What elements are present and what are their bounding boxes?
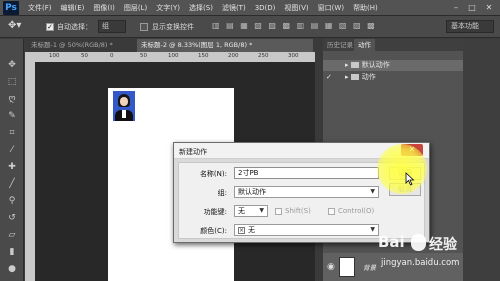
watermark-jingyan: 经验 <box>429 237 457 253</box>
no-color-swatch-icon: × <box>238 227 245 234</box>
menu-view[interactable]: 视图(V) <box>284 0 308 16</box>
dialog-title: 新建动作 <box>179 148 207 156</box>
move-tool-icon[interactable]: ✥▾ <box>8 20 21 31</box>
layer-name: 背景 <box>363 264 376 272</box>
layer-thumbnail <box>339 257 355 277</box>
action-set-default[interactable]: ▸ 默认动作 <box>323 60 463 71</box>
photoshop-logo: Ps <box>3 1 19 15</box>
workspace-dropdown[interactable]: 基本功能 <box>446 20 494 33</box>
tools-panel: ✥ ⬚ ღ ✎ ⌗ ⁄ ✚ ╱ ⚲ ↺ ▱ ▮ ● <box>0 39 24 281</box>
color-select[interactable]: × 无 ▼ <box>234 224 379 236</box>
chevron-down-icon: ▼ <box>370 226 375 233</box>
move-tool-icon[interactable]: ✥ <box>5 59 19 71</box>
menu-items: 文件(F) 编辑(E) 图像(I) 图层(L) 文字(Y) 选择(S) 滤镜(T… <box>28 0 387 16</box>
menu-layer[interactable]: 图层(L) <box>124 0 147 16</box>
paw-icon <box>411 234 426 251</box>
control-checkbox[interactable] <box>328 208 335 215</box>
menu-edit[interactable]: 编辑(E) <box>61 0 85 16</box>
function-key-value: 无 <box>238 207 245 215</box>
align-icons[interactable]: ▥ ▤ ▦ ▧ ▨ ▩ ▥ ▤ ▦ ▧ ▨ ▩ <box>212 21 377 30</box>
menu-file[interactable]: 文件(F) <box>28 0 52 16</box>
maximize-button[interactable]: □ <box>466 2 478 13</box>
baidu-jingyan-watermark: Bai 经验 jingyan.baidu.com <box>378 233 498 277</box>
ruler-mark: 100 <box>168 53 179 59</box>
shift-checkbox[interactable] <box>275 208 282 215</box>
id-photo-image <box>113 91 135 121</box>
tab-history[interactable]: 历史记录 <box>323 39 357 51</box>
eraser-tool-icon[interactable]: ▱ <box>5 229 19 241</box>
action-set-label: 默认动作 <box>361 61 390 69</box>
ruler-mark: 50 <box>81 53 88 59</box>
group-select-value: 默认动作 <box>238 188 266 196</box>
mouse-cursor-icon <box>405 172 415 186</box>
history-brush-icon[interactable]: ↺ <box>5 212 19 224</box>
click-highlight <box>377 144 427 194</box>
left-ruler <box>25 52 35 281</box>
gradient-tool-icon[interactable]: ▮ <box>5 246 19 258</box>
toggle-check-icon[interactable]: ✓ <box>323 72 345 83</box>
color-label: 颜色(C): <box>200 227 227 235</box>
group-select[interactable]: 默认动作 ▼ <box>234 186 379 198</box>
auto-select-checkbox[interactable]: ✓ <box>46 23 54 31</box>
top-ruler: 100 50 0 50 100 150 200 250 300 <box>35 52 315 62</box>
ruler-mark: 300 <box>288 53 299 59</box>
action-set-actions[interactable]: ✓ ▸ 动作 <box>323 72 463 83</box>
ruler-mark: 100 <box>49 53 60 59</box>
watermark-logo-text: Bai <box>378 233 405 251</box>
marquee-tool-icon[interactable]: ⬚ <box>5 76 19 88</box>
eyedropper-tool-icon[interactable]: ⁄ <box>5 144 19 156</box>
name-label: 名称(N): <box>199 170 227 178</box>
menu-help[interactable]: 帮助(H) <box>353 0 378 16</box>
tab-untitled-1[interactable]: 未标题-1 @ 50%(RGB/8) * <box>27 39 135 52</box>
ruler-mark: 150 <box>198 53 209 59</box>
menu-image[interactable]: 图像(I) <box>93 0 115 16</box>
ruler-mark: 50 <box>140 53 147 59</box>
control-label: Control(O) <box>338 207 375 215</box>
auto-select-dropdown[interactable]: 组 <box>98 20 126 33</box>
chevron-down-icon: ▼ <box>259 207 264 214</box>
group-label: 组: <box>217 189 227 197</box>
auto-select-label: 自动选择： <box>57 23 92 31</box>
menu-window[interactable]: 窗口(W) <box>318 0 344 16</box>
eye-icon[interactable]: ◉ <box>327 262 335 272</box>
lasso-tool-icon[interactable]: ღ <box>5 93 19 105</box>
blur-tool-icon[interactable]: ● <box>5 263 19 275</box>
photo-shirt <box>122 110 126 118</box>
panel-tabs: 历史记录 动作 <box>323 39 463 51</box>
tab-untitled-2[interactable]: 未标题-2 @ 8.33%(图层 1, RGB/8) * <box>137 39 313 52</box>
close-window-button[interactable]: ✕ <box>483 2 495 13</box>
action-set-label: 动作 <box>361 73 376 81</box>
menu-select[interactable]: 选择(S) <box>189 0 213 16</box>
crop-tool-icon[interactable]: ⌗ <box>5 127 19 139</box>
brush-tool-icon[interactable]: ╱ <box>5 178 19 190</box>
stamp-tool-icon[interactable]: ⚲ <box>5 195 19 207</box>
color-select-value: 无 <box>248 226 255 234</box>
menu-type[interactable]: 文字(Y) <box>156 0 180 16</box>
function-key-label: 功能键: <box>203 208 227 216</box>
minimize-button[interactable]: – <box>450 2 462 13</box>
document-tabs: 未标题-1 @ 50%(RGB/8) * 未标题-2 @ 8.33%(图层 1,… <box>25 39 315 52</box>
chevron-down-icon: ▼ <box>370 188 375 195</box>
shift-label: Shift(S) <box>285 207 311 215</box>
ruler-mark: 200 <box>228 53 239 59</box>
ruler-mark: 0 <box>110 53 114 59</box>
name-input[interactable]: 2寸PB <box>234 167 379 179</box>
folder-icon <box>350 74 359 80</box>
quick-select-tool-icon[interactable]: ✎ <box>5 110 19 122</box>
show-transform-label: 显示变换控件 <box>152 23 194 31</box>
menu-3d[interactable]: 3D(D) <box>255 0 276 16</box>
function-key-select[interactable]: 无 ▼ <box>234 205 268 217</box>
menu-bar: Ps 文件(F) 编辑(E) 图像(I) 图层(L) 文字(Y) 选择(S) 滤… <box>0 0 500 16</box>
show-transform-checkbox[interactable] <box>140 23 148 31</box>
photo-face <box>120 97 128 106</box>
options-bar: ✥▾ ✓ 自动选择： 组 显示变换控件 ▥ ▤ ▦ ▧ ▨ ▩ ▥ ▤ ▦ ▧ … <box>0 16 500 38</box>
healing-tool-icon[interactable]: ✚ <box>5 161 19 173</box>
watermark-url: jingyan.baidu.com <box>381 258 460 268</box>
folder-icon <box>350 62 359 68</box>
tab-actions[interactable]: 动作 <box>354 39 375 51</box>
ruler-mark: 250 <box>258 53 269 59</box>
menu-filter[interactable]: 滤镜(T) <box>222 0 246 16</box>
